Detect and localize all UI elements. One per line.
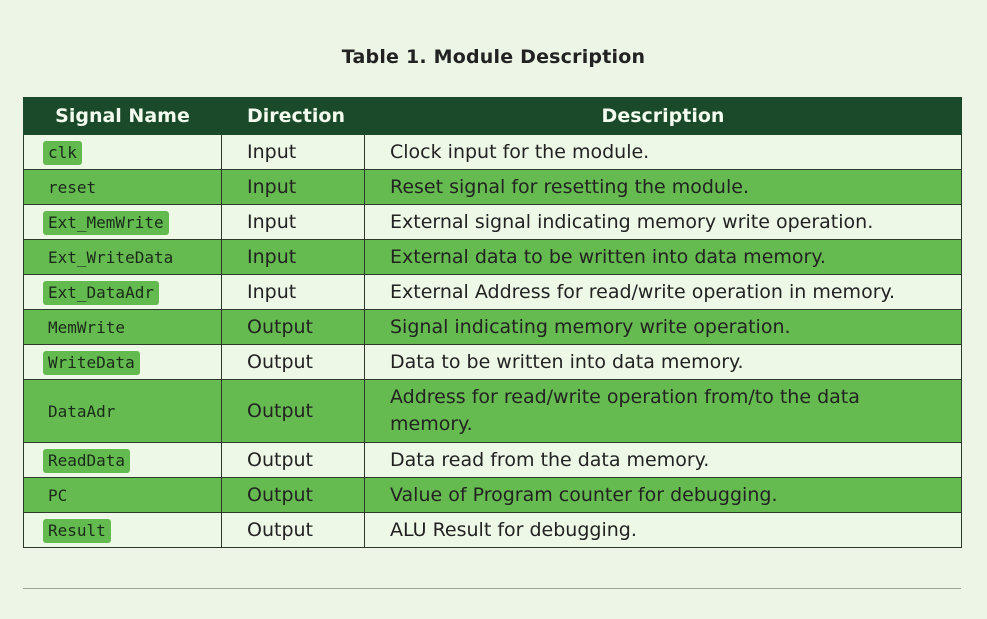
signal-name: clk <box>43 140 82 165</box>
table-row: PC Output Value of Program counter for d… <box>23 477 962 513</box>
header-signal-name: Signal Name <box>23 97 222 135</box>
signal-name-cell: Ext_WriteData <box>23 239 222 275</box>
description-cell: External Address for read/write operatio… <box>364 274 962 310</box>
table-caption: Table 1. Module Description <box>341 46 646 68</box>
signal-name-cell: Result <box>23 512 222 548</box>
signal-name: DataAdr <box>43 399 121 424</box>
signal-name: ReadData <box>43 448 131 473</box>
table-row: ReadData Output Data read from the data … <box>23 442 962 478</box>
signal-name-cell: ReadData <box>23 442 222 478</box>
table-row: Ext_DataAdr Input External Address for r… <box>23 274 962 310</box>
direction-cell: Output <box>221 309 365 345</box>
description-cell: ALU Result for debugging. <box>364 512 962 548</box>
module-description-table: Signal Name Direction Description clk In… <box>23 97 962 548</box>
signal-name: Ext_WriteData <box>43 245 179 270</box>
signal-name-cell: PC <box>23 477 222 513</box>
table-row: Result Output ALU Result for debugging. <box>23 512 962 548</box>
direction-cell: Output <box>221 379 365 443</box>
signal-name: Result <box>43 518 111 543</box>
signal-name-cell: clk <box>23 134 222 170</box>
description-cell: External signal indicating memory write … <box>364 204 962 240</box>
description-cell: Data read from the data memory. <box>364 442 962 478</box>
direction-cell: Input <box>221 169 365 205</box>
description-cell: Data to be written into data memory. <box>364 344 962 380</box>
direction-cell: Output <box>221 344 365 380</box>
description-cell: Signal indicating memory write operation… <box>364 309 962 345</box>
horizontal-divider <box>23 588 961 589</box>
table-row: WriteData Output Data to be written into… <box>23 344 962 380</box>
signal-name: MemWrite <box>43 315 131 340</box>
direction-cell: Input <box>221 134 365 170</box>
signal-name-cell: WriteData <box>23 344 222 380</box>
signal-name: Ext_MemWrite <box>43 210 169 235</box>
signal-name: PC <box>43 483 73 508</box>
direction-cell: Input <box>221 274 365 310</box>
signal-name-cell: DataAdr <box>23 379 222 443</box>
table-row: reset Input Reset signal for resetting t… <box>23 169 962 205</box>
signal-name: WriteData <box>43 350 140 375</box>
table-row: Ext_WriteData Input External data to be … <box>23 239 962 275</box>
direction-cell: Output <box>221 477 365 513</box>
description-cell: Value of Program counter for debugging. <box>364 477 962 513</box>
description-cell: Clock input for the module. <box>364 134 962 170</box>
direction-cell: Output <box>221 512 365 548</box>
table-row: clk Input Clock input for the module. <box>23 134 962 170</box>
signal-name-cell: Ext_MemWrite <box>23 204 222 240</box>
signal-name: reset <box>43 175 102 200</box>
header-description: Description <box>364 97 962 135</box>
clipped-text-fragment: ​ <box>24 0 164 2</box>
table-row: Ext_MemWrite Input External signal indic… <box>23 204 962 240</box>
description-cell: External data to be written into data me… <box>364 239 962 275</box>
description-cell: Address for read/write operation from/to… <box>364 379 962 443</box>
direction-cell: Input <box>221 239 365 275</box>
header-direction: Direction <box>221 97 365 135</box>
signal-name-cell: Ext_DataAdr <box>23 274 222 310</box>
table-row: DataAdr Output Address for read/write op… <box>23 379 962 443</box>
description-cell: Reset signal for resetting the module. <box>364 169 962 205</box>
direction-cell: Output <box>221 442 365 478</box>
signal-name: Ext_DataAdr <box>43 280 159 305</box>
table-header-row: Signal Name Direction Description <box>23 97 962 135</box>
direction-cell: Input <box>221 204 365 240</box>
signal-name-cell: MemWrite <box>23 309 222 345</box>
signal-name-cell: reset <box>23 169 222 205</box>
table-row: MemWrite Output Signal indicating memory… <box>23 309 962 345</box>
